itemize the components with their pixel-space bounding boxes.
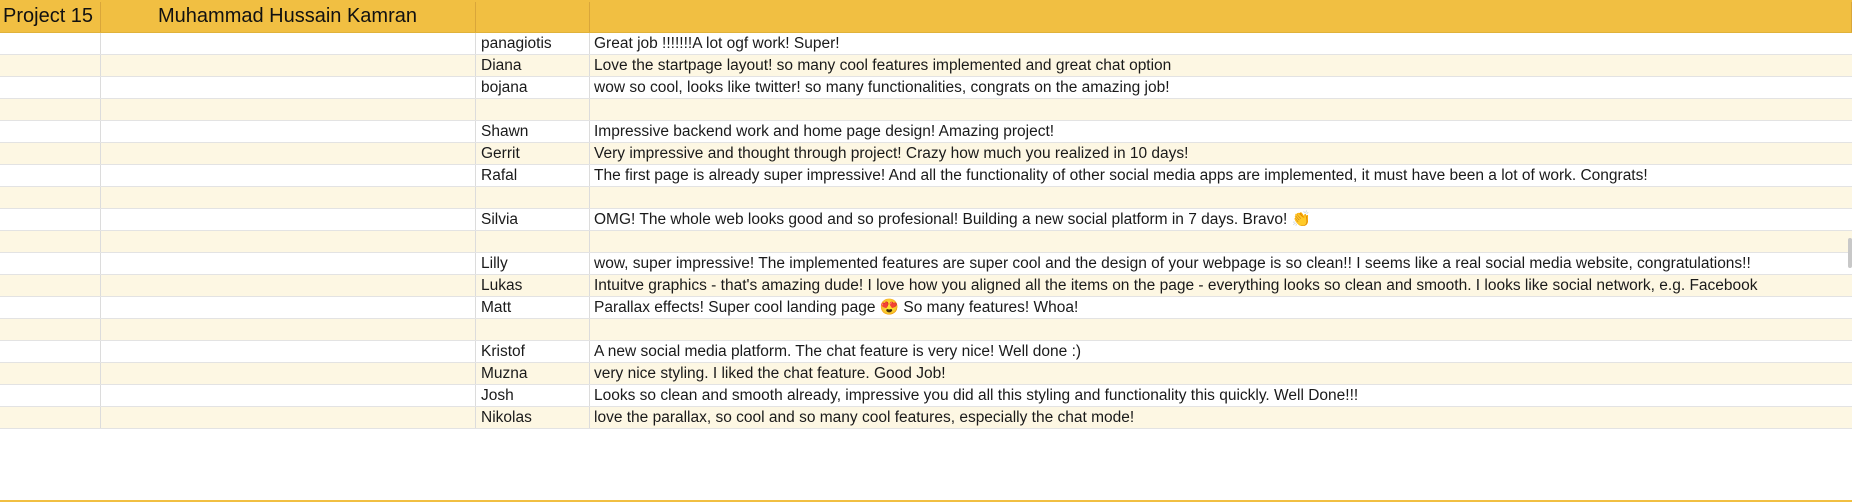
- grid-cell[interactable]: [0, 121, 101, 142]
- reviewer-name-cell[interactable]: Silvia: [476, 209, 590, 230]
- reviewer-name-cell[interactable]: Shawn: [476, 121, 590, 142]
- reviewer-name-cell[interactable]: Lukas: [476, 275, 590, 296]
- table-row: Muzna very nice styling. I liked the chat…: [0, 363, 1852, 385]
- table-row: Nikolas love the parallax, so cool and so…: [0, 407, 1852, 429]
- grid-cell[interactable]: [0, 297, 101, 318]
- table-row: Silvia OMG! The whole web looks good and …: [0, 209, 1852, 231]
- table-row: [0, 319, 1852, 341]
- comment-cell[interactable]: [590, 187, 1852, 208]
- grid-cell[interactable]: [0, 209, 101, 230]
- grid-cell[interactable]: [101, 99, 476, 120]
- grid-cell[interactable]: [101, 231, 476, 252]
- grid-cell[interactable]: [0, 165, 101, 186]
- reviewer-name-cell[interactable]: [476, 99, 590, 120]
- header-empty-cell[interactable]: [590, 2, 1852, 32]
- reviewer-name-cell[interactable]: bojana: [476, 77, 590, 98]
- grid-cell[interactable]: [101, 385, 476, 406]
- comment-cell[interactable]: wow so cool, looks like twitter! so many…: [590, 77, 1852, 98]
- grid-cell[interactable]: [101, 297, 476, 318]
- comment-cell[interactable]: Looks so clean and smooth already, impre…: [590, 385, 1852, 406]
- table-row: Rafal The first page is already super imp…: [0, 165, 1852, 187]
- owner-cell[interactable]: Muhammad Hussain Kamran: [101, 2, 476, 32]
- comment-cell[interactable]: wow, super impressive! The implemented f…: [590, 253, 1852, 274]
- comment-cell[interactable]: Very impressive and thought through proj…: [590, 143, 1852, 164]
- grid-cell[interactable]: [101, 209, 476, 230]
- reviewer-name-cell[interactable]: Matt: [476, 297, 590, 318]
- grid-cell[interactable]: [101, 319, 476, 340]
- table-row: Matt Parallax effects! Super cool landing…: [0, 297, 1852, 319]
- header-empty-cell[interactable]: [476, 2, 590, 32]
- grid-cell[interactable]: [0, 319, 101, 340]
- comment-cell[interactable]: Parallax effects! Super cool landing pag…: [590, 297, 1852, 318]
- table-row: Josh Looks so clean and smooth already, i…: [0, 385, 1852, 407]
- table-row: [0, 187, 1852, 209]
- grid-cell[interactable]: [101, 363, 476, 384]
- table-row: Gerrit Very impressive and thought throug…: [0, 143, 1852, 165]
- grid-cell[interactable]: [101, 143, 476, 164]
- table-row: Diana Love the startpage layout! so many …: [0, 55, 1852, 77]
- grid-cell[interactable]: [0, 77, 101, 98]
- spreadsheet-grid: Project 15 Muhammad Hussain Kamran panag…: [0, 0, 1852, 502]
- grid-cell[interactable]: [0, 143, 101, 164]
- reviewer-name-cell[interactable]: Gerrit: [476, 143, 590, 164]
- comment-cell[interactable]: A new social media platform. The chat fe…: [590, 341, 1852, 362]
- reviewer-name-cell[interactable]: [476, 187, 590, 208]
- grid-cell[interactable]: [0, 187, 101, 208]
- grid-cell[interactable]: [0, 341, 101, 362]
- table-row: Shawn Impressive backend work and home pa…: [0, 121, 1852, 143]
- comment-cell[interactable]: [590, 231, 1852, 252]
- comment-cell[interactable]: Great job !!!!!!!A lot ogf work! Super!: [590, 33, 1852, 54]
- grid-cell[interactable]: [101, 341, 476, 362]
- grid-cell[interactable]: [0, 55, 101, 76]
- grid-cell[interactable]: [101, 275, 476, 296]
- table-row: Kristof A new social media platform. The …: [0, 341, 1852, 363]
- comment-cell[interactable]: Intuitve graphics - that's amazing dude!…: [590, 275, 1852, 296]
- reviewer-name-cell[interactable]: Lilly: [476, 253, 590, 274]
- grid-cell[interactable]: [101, 165, 476, 186]
- grid-cell[interactable]: [101, 253, 476, 274]
- grid-cell[interactable]: [101, 407, 476, 428]
- comment-cell[interactable]: love the parallax, so cool and so many c…: [590, 407, 1852, 428]
- reviewer-name-cell[interactable]: Muzna: [476, 363, 590, 384]
- grid-cell[interactable]: [0, 253, 101, 274]
- grid-cell[interactable]: [101, 187, 476, 208]
- grid-cell[interactable]: [0, 275, 101, 296]
- table-row: [0, 231, 1852, 253]
- grid-cell[interactable]: [101, 55, 476, 76]
- table-row: Lukas Intuitve graphics - that's amazing …: [0, 275, 1852, 297]
- table-row: bojana wow so cool, looks like twitter! s…: [0, 77, 1852, 99]
- grid-cell[interactable]: [0, 363, 101, 384]
- comment-cell[interactable]: Impressive backend work and home page de…: [590, 121, 1852, 142]
- grid-cell[interactable]: [101, 77, 476, 98]
- reviewer-name-cell[interactable]: [476, 319, 590, 340]
- comment-cell[interactable]: The first page is already super impressi…: [590, 165, 1852, 186]
- reviewer-name-cell[interactable]: panagiotis: [476, 33, 590, 54]
- grid-cell[interactable]: [0, 231, 101, 252]
- comment-cell[interactable]: Love the startpage layout! so many cool …: [590, 55, 1852, 76]
- grid-cell[interactable]: [0, 385, 101, 406]
- reviewer-name-cell[interactable]: Rafal: [476, 165, 590, 186]
- reviewer-name-cell[interactable]: Diana: [476, 55, 590, 76]
- reviewer-name-cell[interactable]: [476, 231, 590, 252]
- project-cell[interactable]: Project 15: [0, 2, 101, 32]
- grid-cell[interactable]: [101, 121, 476, 142]
- comment-cell[interactable]: [590, 319, 1852, 340]
- comment-cell[interactable]: OMG! The whole web looks good and so pro…: [590, 209, 1852, 230]
- reviewer-name-cell[interactable]: Josh: [476, 385, 590, 406]
- comment-cell[interactable]: very nice styling. I liked the chat feat…: [590, 363, 1852, 384]
- scrollbar-handle[interactable]: [1848, 238, 1852, 268]
- reviewer-name-cell[interactable]: Nikolas: [476, 407, 590, 428]
- header-row: Project 15 Muhammad Hussain Kamran: [0, 0, 1852, 33]
- grid-cell[interactable]: [0, 407, 101, 428]
- table-row: [0, 99, 1852, 121]
- table-row: panagiotis Great job !!!!!!!A lot ogf wor…: [0, 33, 1852, 55]
- grid-cell[interactable]: [0, 99, 101, 120]
- comment-cell[interactable]: [590, 99, 1852, 120]
- grid-cell[interactable]: [0, 33, 101, 54]
- reviewer-name-cell[interactable]: Kristof: [476, 341, 590, 362]
- table-row: Lilly wow, super impressive! The implemen…: [0, 253, 1852, 275]
- grid-cell[interactable]: [101, 33, 476, 54]
